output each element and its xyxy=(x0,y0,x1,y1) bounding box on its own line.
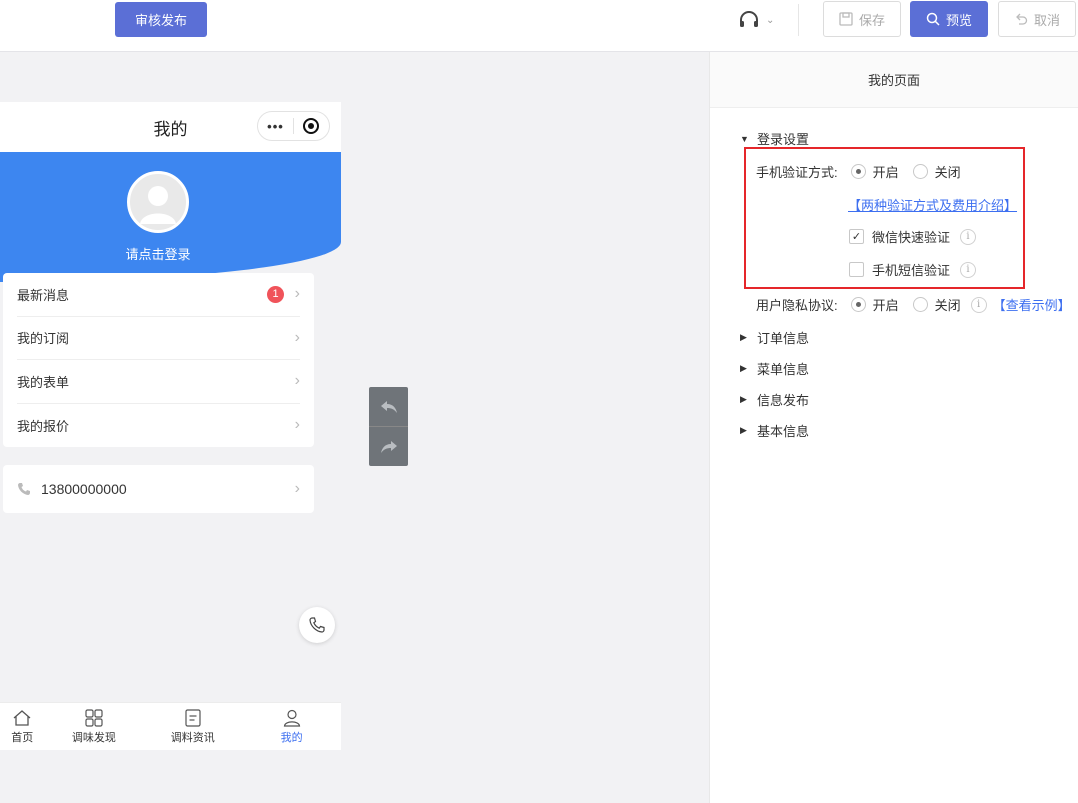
phone-navbar: 我的 ••• xyxy=(0,102,341,152)
section-label: 登录设置 xyxy=(757,132,810,147)
undo-button[interactable] xyxy=(369,387,408,426)
caret-right-icon: ▶ xyxy=(740,394,747,404)
floating-call-button[interactable] xyxy=(299,607,335,643)
menu-item-label: 我的表单 xyxy=(17,374,70,390)
phone-number: 13800000000 xyxy=(41,481,127,497)
grid-icon xyxy=(85,708,103,727)
privacy-off-option[interactable]: 关闭 xyxy=(912,295,961,314)
close-target-icon[interactable] xyxy=(294,117,329,135)
menu-item-label: 我的订阅 xyxy=(17,331,70,347)
section-basic-info[interactable]: ▶ 基本信息 xyxy=(740,421,809,440)
save-icon xyxy=(839,12,853,26)
option-label: 开启 xyxy=(872,298,899,313)
chevron-down-icon: ⌄ xyxy=(766,14,775,26)
toolbar-divider xyxy=(798,4,799,36)
privacy-row: 用户隐私协议: 开启 关闭 i 【查看示例】 xyxy=(756,295,1071,314)
panel-title: 我的页面 xyxy=(710,52,1078,108)
bottom-tabbar: 首页 调味发现 调料资讯 我的 xyxy=(0,702,341,750)
redo-arrow-icon xyxy=(380,440,397,453)
miniprogram-capsule[interactable]: ••• xyxy=(257,111,330,141)
user-avatar-icon xyxy=(140,186,176,224)
menu-item-label: 最新消息 xyxy=(17,287,70,303)
menu-item-subscriptions[interactable]: 我的订阅 › xyxy=(17,317,300,360)
caret-right-icon: ▶ xyxy=(740,425,747,435)
privacy-on-option[interactable]: 开启 xyxy=(850,295,899,314)
privacy-label: 用户隐私协议: xyxy=(756,298,838,313)
chevron-right-icon: › xyxy=(294,372,300,390)
avatar[interactable] xyxy=(127,171,189,233)
publish-button[interactable]: 审核发布 xyxy=(115,2,207,37)
document-icon xyxy=(185,708,201,727)
menu-card: 最新消息 1 › 我的订阅 › 我的表单 › 我的报价 › xyxy=(3,273,314,447)
tab-label: 我的 xyxy=(280,731,303,744)
login-prompt[interactable]: 请点击登录 xyxy=(0,244,316,263)
section-order-info[interactable]: ▶ 订单信息 xyxy=(740,328,809,347)
tab-label: 调味发现 xyxy=(71,731,116,744)
chevron-right-icon: › xyxy=(294,480,300,497)
headset-icon xyxy=(740,11,758,27)
phone-icon xyxy=(17,482,31,496)
phone-call-icon xyxy=(309,617,325,633)
preview-label: 预览 xyxy=(945,12,972,28)
section-menu-info[interactable]: ▶ 菜单信息 xyxy=(740,359,809,378)
user-icon xyxy=(283,709,300,727)
option-label: 关闭 xyxy=(934,298,961,313)
save-label: 保存 xyxy=(858,12,885,28)
caret-right-icon: ▶ xyxy=(740,332,747,342)
page-title: 我的 xyxy=(153,119,188,139)
more-icon[interactable]: ••• xyxy=(258,119,293,134)
redo-button[interactable] xyxy=(369,427,408,466)
section-label: 信息发布 xyxy=(757,393,810,408)
section-label: 菜单信息 xyxy=(757,362,810,377)
tab-news[interactable]: 调料资讯 xyxy=(143,703,242,750)
tab-home[interactable]: 首页 xyxy=(0,703,44,750)
menu-item-label: 我的报价 xyxy=(17,418,70,434)
tab-label: 首页 xyxy=(11,731,34,744)
chevron-right-icon: › xyxy=(294,285,300,303)
preview-button[interactable]: 预览 xyxy=(910,1,988,37)
unread-badge: 1 xyxy=(267,285,284,303)
info-icon[interactable]: i xyxy=(970,296,987,313)
undo-arrow-icon xyxy=(380,400,397,413)
menu-item-quotes[interactable]: 我的报价 › xyxy=(17,404,300,448)
section-label: 基本信息 xyxy=(757,424,810,439)
menu-item-forms[interactable]: 我的表单 › xyxy=(17,360,300,404)
phone-preview: 我的 ••• 请点击登录 最新消息 1 › 我的订阅 › 我的表单 › 我的报价… xyxy=(0,102,341,750)
save-button[interactable]: 保存 xyxy=(823,1,901,37)
caret-down-icon: ▼ xyxy=(740,133,749,144)
section-info-publish[interactable]: ▶ 信息发布 xyxy=(740,390,809,409)
customer-support-menu[interactable]: ⌄ xyxy=(738,8,774,32)
radio-on[interactable] xyxy=(850,297,866,312)
highlight-box xyxy=(744,147,1025,289)
section-login-settings[interactable]: ▼ 登录设置 xyxy=(740,129,809,148)
chevron-right-icon: › xyxy=(294,328,300,346)
undo-icon xyxy=(1016,13,1028,25)
tab-mine[interactable]: 我的 xyxy=(242,703,341,750)
phone-contact-card[interactable]: 13800000000 › xyxy=(3,465,314,513)
privacy-example-link[interactable]: 【查看示例】 xyxy=(993,295,1071,314)
chevron-right-icon: › xyxy=(294,416,300,434)
tab-discover[interactable]: 调味发现 xyxy=(44,703,143,750)
menu-item-messages[interactable]: 最新消息 1 › xyxy=(17,273,300,317)
home-icon xyxy=(13,709,31,726)
caret-right-icon: ▶ xyxy=(740,363,747,373)
undo-redo-toolbar xyxy=(369,387,408,466)
cancel-button[interactable]: 取消 xyxy=(998,1,1076,37)
radio-off[interactable] xyxy=(912,297,928,312)
section-label: 订单信息 xyxy=(757,331,810,346)
search-icon xyxy=(926,12,940,26)
tab-label: 调料资讯 xyxy=(170,731,215,744)
cancel-label: 取消 xyxy=(1033,12,1060,28)
top-toolbar: 审核发布 ⌄ 保存 预览 取消 xyxy=(0,0,1078,52)
